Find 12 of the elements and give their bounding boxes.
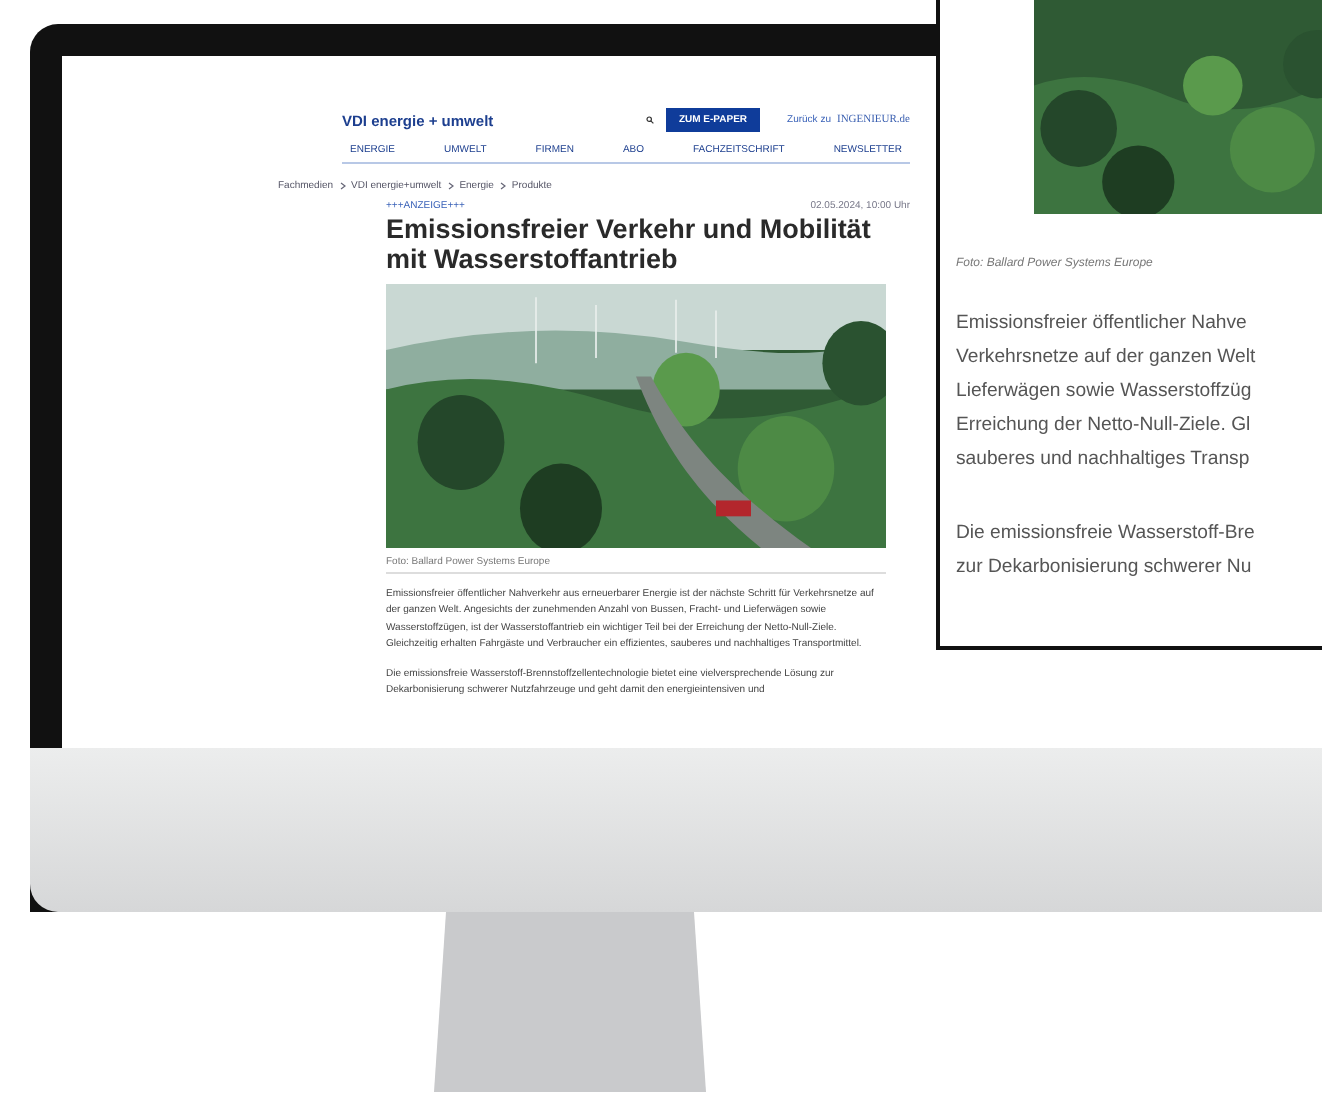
chevron-icon: [447, 182, 454, 190]
chevron-icon: [499, 182, 506, 190]
paragraph-line: sauberes und nachhaltiges Transp: [956, 446, 1252, 474]
paragraph-line: Erreichung der Netto-Null-Ziele. Gl: [956, 412, 1253, 440]
paragraph-line: zur Dekarbonisierung schwerer Nu: [956, 554, 1254, 582]
paragraph-line: Lieferwägen sowie Wasserstoffzüg: [956, 378, 1254, 406]
paragraph-line: Verkehrsnetze auf der ganzen Welt: [956, 344, 1258, 372]
paragraph-line: Die emissionsfreie Wasserstoff-Bre: [956, 520, 1257, 548]
chevron-icon: [339, 182, 346, 190]
paragraph-line: Emissionsfreier öffentlicher Nahve: [956, 310, 1249, 338]
search-icon[interactable]: [646, 116, 655, 124]
article-title: Emissionsfreier Verkehr und Mobilität mit Wasserstoffantrieb: [386, 214, 873, 274]
